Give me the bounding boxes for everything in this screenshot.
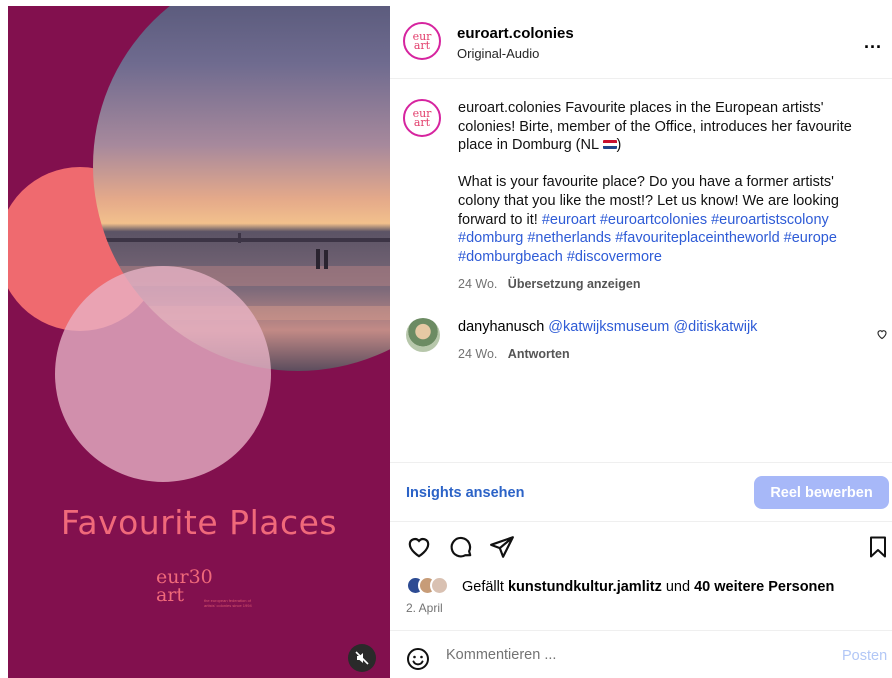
caption-meta: 24 Wo. Übersetzung anzeigen bbox=[458, 275, 878, 294]
comment-text: danyhanusch @katwijksmuseum @ditiskatwij… bbox=[458, 319, 757, 335]
comment-bubble-icon[interactable] bbox=[448, 534, 474, 560]
reply-link[interactable]: Antworten bbox=[508, 347, 570, 361]
comment-meta: 24 Wo. Antworten bbox=[458, 347, 570, 361]
comment-username[interactable]: danyhanusch bbox=[458, 319, 544, 335]
insights-bar: Insights ansehen Reel bewerben bbox=[390, 462, 892, 522]
post-header: eur art euroart.colonies Original-Audio .… bbox=[390, 6, 892, 79]
caption-avatar[interactable]: eur art bbox=[403, 99, 441, 137]
mention[interactable]: @katwijksmuseum bbox=[548, 319, 669, 335]
likes-summary: Gefällt kunstundkultur.jamlitz und 40 we… bbox=[462, 579, 835, 595]
audio-label[interactable]: Original-Audio bbox=[457, 46, 539, 61]
liker-avatars[interactable] bbox=[406, 576, 460, 596]
hashtag[interactable]: #euroart bbox=[542, 212, 596, 228]
share-paper-plane-icon[interactable] bbox=[489, 534, 515, 560]
mute-button[interactable] bbox=[348, 644, 376, 672]
netherlands-flag-icon bbox=[602, 140, 617, 150]
post-date[interactable]: 2. April bbox=[406, 601, 443, 615]
hashtag[interactable]: #euroartistscolony bbox=[711, 212, 829, 228]
hashtag[interactable]: #netherlands bbox=[527, 230, 611, 246]
speaker-muted-icon bbox=[355, 651, 369, 665]
hashtag[interactable]: #euroartcolonies bbox=[600, 212, 707, 228]
hashtag[interactable]: #domburg bbox=[458, 230, 523, 246]
like-heart-icon[interactable] bbox=[406, 534, 432, 560]
reel-media[interactable]: Favourite Places eur30 art the european … bbox=[8, 6, 390, 678]
insights-link[interactable]: Insights ansehen bbox=[406, 485, 524, 501]
action-bar bbox=[390, 532, 892, 564]
comment-input[interactable] bbox=[446, 647, 826, 663]
promote-reel-button[interactable]: Reel bewerben bbox=[754, 476, 889, 509]
post-details-panel: eur art euroart.colonies Original-Audio .… bbox=[390, 6, 892, 678]
hashtag[interactable]: #favouriteplaceintheworld bbox=[615, 230, 779, 246]
commenter-avatar[interactable] bbox=[406, 318, 440, 352]
more-options-icon[interactable]: ... bbox=[864, 32, 882, 53]
liker-avatar bbox=[430, 576, 449, 595]
emoji-smiley-icon[interactable] bbox=[406, 647, 430, 671]
mention[interactable]: @ditiskatwijk bbox=[673, 319, 757, 335]
save-bookmark-icon[interactable] bbox=[866, 534, 890, 560]
logo-tagline: the european federation of artists' colo… bbox=[204, 598, 252, 608]
account-avatar[interactable]: eur art bbox=[403, 22, 441, 60]
hashtag[interactable]: #europe bbox=[784, 230, 837, 246]
hashtag[interactable]: #discovermore bbox=[567, 249, 662, 265]
liker-username[interactable]: kunstundkultur.jamlitz bbox=[508, 579, 662, 595]
caption-time: 24 Wo. bbox=[458, 277, 498, 292]
comment-compose-bar: Posten bbox=[390, 630, 892, 678]
account-username[interactable]: euroart.colonies bbox=[457, 25, 574, 42]
comment-like-heart-icon[interactable] bbox=[876, 328, 888, 340]
instagram-post-view: Favourite Places eur30 art the european … bbox=[0, 0, 892, 678]
translate-link[interactable]: Übersetzung anzeigen bbox=[508, 277, 641, 291]
reel-title: Favourite Places bbox=[60, 503, 338, 542]
hashtag[interactable]: #domburgbeach bbox=[458, 249, 563, 265]
caption-text: euroart.colonies Favourite places in the… bbox=[458, 99, 878, 294]
post-comment-button[interactable]: Posten bbox=[842, 648, 887, 664]
other-likers-link[interactable]: 40 weitere Personen bbox=[694, 579, 834, 595]
caption-username[interactable]: euroart.colonies bbox=[458, 100, 561, 116]
comment-time: 24 Wo. bbox=[458, 347, 498, 361]
